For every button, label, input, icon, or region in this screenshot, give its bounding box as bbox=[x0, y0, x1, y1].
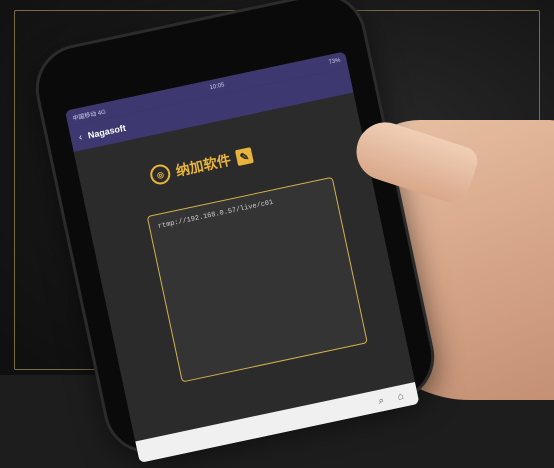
battery-label: 73% bbox=[328, 57, 342, 66]
phone-screen: 中国移动 4G 10:05 73% ‹ Nagasoft ◎ 纳加软件 ✎ rt… bbox=[64, 51, 420, 464]
brand-logo-icon: ◎ bbox=[148, 162, 173, 187]
bottom-toolbar: ⌕ ⌂ bbox=[135, 382, 420, 464]
back-icon[interactable]: ‹ bbox=[78, 132, 84, 143]
brand-name: 纳加软件 bbox=[174, 151, 233, 179]
time-label: 10:05 bbox=[209, 82, 226, 92]
app-title: Nagasoft bbox=[86, 122, 127, 141]
brand-row: ◎ 纳加软件 ✎ bbox=[148, 145, 254, 187]
stream-url-textarea[interactable]: rtmp://192.168.0.57/live/c01 bbox=[146, 176, 368, 383]
stream-url-text: rtmp://192.168.0.57/live/c01 bbox=[157, 198, 275, 231]
home-icon[interactable]: ⌂ bbox=[397, 390, 405, 402]
search-icon[interactable]: ⌕ bbox=[377, 395, 385, 407]
edit-icon[interactable]: ✎ bbox=[234, 147, 254, 167]
